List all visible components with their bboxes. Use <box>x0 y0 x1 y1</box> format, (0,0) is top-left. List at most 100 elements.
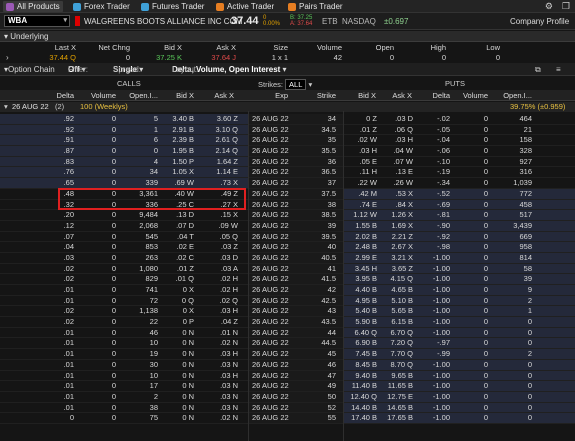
call-bid[interactable]: .13 D <box>160 210 194 220</box>
call-ask[interactable]: .02 H <box>200 285 238 295</box>
put-bid[interactable]: 6.90 B <box>343 338 377 348</box>
underlying-section-header[interactable]: ▾ Underlying <box>0 31 575 42</box>
strikes-selector[interactable]: Strikes: ALL ▾ <box>258 79 312 90</box>
call-ask[interactable]: .27 X <box>200 200 238 210</box>
table-row[interactable]: .91 0 6 2.39 B 2.61 Q 26 AUG 22 35 .02 W .03 H -.… <box>0 135 575 147</box>
expiry-group-row[interactable]: ▾ 26 AUG 22 (2) 100 (Weeklys) 39.75% (±0… <box>0 102 575 112</box>
call-ask[interactable]: .02 H <box>200 274 238 284</box>
put-bid[interactable]: .05 E <box>343 157 377 167</box>
tab-forex-trader[interactable]: Forex Trader <box>73 1 130 12</box>
call-ask[interactable]: .04 Z <box>200 317 238 327</box>
table-row[interactable]: .83 0 4 1.50 P 1.64 Z 26 AUG 22 36 .05 E .07 W -.… <box>0 156 575 168</box>
tab-pairs-trader[interactable]: Pairs Trader <box>288 1 343 12</box>
put-bid[interactable]: .02 W <box>343 135 377 145</box>
call-ask[interactable]: .03 H <box>200 349 238 359</box>
call-bid[interactable]: .04 T <box>160 232 194 242</box>
window-menu-icon[interactable]: ❐ <box>562 1 570 12</box>
put-bid[interactable]: 4.40 B <box>343 285 377 295</box>
call-ask[interactable]: .02 Q <box>200 296 238 306</box>
call-bid[interactable]: 1.50 P <box>160 157 194 167</box>
put-ask[interactable]: .03 D <box>379 114 413 124</box>
put-ask[interactable]: 8.70 Q <box>379 360 413 370</box>
call-ask[interactable]: 3.60 Z <box>200 114 238 124</box>
put-ask[interactable]: 7.70 Q <box>379 349 413 359</box>
call-bid[interactable]: .07 D <box>160 221 194 231</box>
put-bid[interactable]: 4.95 B <box>343 296 377 306</box>
put-ask[interactable]: .06 Q <box>379 125 413 135</box>
hdr-put-volume[interactable]: Volume <box>454 91 488 100</box>
put-ask[interactable]: .13 E <box>379 167 413 177</box>
put-bid[interactable]: 7.45 B <box>343 349 377 359</box>
table-row[interactable]: .32 0 336.25 C .27 X 26 AUG 22 38 .74 E .84 X -.… <box>0 199 575 211</box>
put-bid[interactable]: 5.90 B <box>343 317 377 327</box>
table-row[interactable]: .01 0 17 0 N .03 N 26 AUG 22 49 11.40 B 11.65 B -… <box>0 381 575 392</box>
call-bid[interactable]: .69 W <box>160 178 194 188</box>
put-ask[interactable]: 1.69 X <box>379 221 413 231</box>
put-bid[interactable]: 3.95 B <box>343 274 377 284</box>
put-ask[interactable]: .04 W <box>379 146 413 156</box>
table-row[interactable]: .01 0 46 0 N .01 N 26 AUG 22 44 6.40 Q 6.70 Q -1.… <box>0 327 575 339</box>
table-row[interactable]: .87 0 0 1.95 B 2.14 Q 26 AUG 22 35.5.03 H .04 W… <box>0 146 575 157</box>
put-ask[interactable]: .84 X <box>379 200 413 210</box>
put-ask[interactable]: 1.26 X <box>379 210 413 220</box>
call-ask[interactable]: .01 N <box>200 328 238 338</box>
table-row[interactable]: .04 0 853.02 E .03 Z 26 AUG 22 40 2.48 B 2.67 X… <box>0 242 575 253</box>
call-ask[interactable]: .02 N <box>200 338 238 348</box>
call-ask[interactable]: .03 H <box>200 371 238 381</box>
call-bid[interactable]: .02 C <box>160 253 194 263</box>
put-bid[interactable]: 11.40 B <box>343 381 377 391</box>
table-row[interactable]: .02 0 22 0 P .04 Z 26 AUG 22 43.5 5.90 B 6.15 B -… <box>0 317 575 328</box>
hdr-call-bid[interactable]: Bid X <box>166 91 194 100</box>
call-ask[interactable]: .03 A <box>200 264 238 274</box>
put-bid[interactable]: .74 E <box>343 200 377 210</box>
call-bid[interactable]: 0 N <box>160 381 194 391</box>
company-profile-link[interactable]: Company Profile <box>510 17 569 26</box>
call-ask[interactable]: .03 N <box>200 360 238 370</box>
hdr-call-delta[interactable]: Delta <box>40 91 74 100</box>
table-row[interactable]: .48 0 3,361.40 W .49 Z 26 AUG 22 37.5 .42 M .53… <box>0 188 575 200</box>
spread-control[interactable]: Spread: Single ▾ <box>113 63 143 76</box>
put-bid[interactable]: 3.45 H <box>343 264 377 274</box>
filter-control[interactable]: Filter: Off ▾ <box>68 63 88 76</box>
put-ask[interactable]: 3.65 Z <box>379 264 413 274</box>
put-bid[interactable]: 8.45 B <box>343 360 377 370</box>
call-ask[interactable]: .15 X <box>200 210 238 220</box>
call-bid[interactable]: 0 N <box>160 392 194 402</box>
popout-icon[interactable]: ⧉ <box>535 63 541 76</box>
put-ask[interactable]: 4.65 B <box>379 285 413 295</box>
table-row[interactable]: .01 0 10 0 N .02 N 26 AUG 22 44.5 6.90 B 7.20 Q -… <box>0 338 575 350</box>
collapse-expiry-icon[interactable]: ▾ <box>4 102 8 112</box>
table-row[interactable]: 0 0 75 0 N .02 N 26 AUG 22 55 17.40 B 17.65 B -1.… <box>0 413 575 424</box>
put-ask[interactable]: 17.65 B <box>379 413 413 423</box>
call-bid[interactable]: 0 X <box>160 285 194 295</box>
call-bid[interactable]: 0 N <box>160 338 194 348</box>
table-row[interactable]: .02 0 1,138 0 X .03 H 26 AUG 22 43 5.40 B 5.65 B… <box>0 306 575 318</box>
call-ask[interactable]: 3.10 Q <box>200 125 238 135</box>
put-ask[interactable]: 5.65 B <box>379 306 413 316</box>
table-row[interactable]: .01 0 38 0 N .03 N 26 AUG 22 52 14.40 B 14.65 B -… <box>0 402 575 414</box>
call-bid[interactable]: 0 N <box>160 403 194 413</box>
hdr-exp[interactable]: Exp <box>262 91 288 100</box>
symbol-input[interactable]: WBA ▾ <box>4 15 70 27</box>
hdr-put-openint[interactable]: Open.I... <box>492 91 532 100</box>
call-ask[interactable]: .03 N <box>200 403 238 413</box>
put-ask[interactable]: .03 H <box>379 135 413 145</box>
put-ask[interactable]: .07 W <box>379 157 413 167</box>
menu-icon[interactable]: ≡ <box>556 63 561 76</box>
gear-icon[interactable]: ⚙ <box>545 1 553 12</box>
call-ask[interactable]: .02 N <box>200 413 238 423</box>
put-ask[interactable]: 4.15 Q <box>379 274 413 284</box>
call-bid[interactable]: 0 N <box>160 328 194 338</box>
call-ask[interactable]: 1.14 E <box>200 167 238 177</box>
tab-futures-trader[interactable]: Futures Trader <box>141 1 204 12</box>
call-bid[interactable]: .25 C <box>160 200 194 210</box>
tab-all-products[interactable]: All Products <box>3 1 63 12</box>
put-bid[interactable]: 6.40 Q <box>343 328 377 338</box>
table-row[interactable]: .01 0 10 0 N .03 H 26 AUG 22 47 9.40 B 9.65 B -1.… <box>0 370 575 382</box>
call-bid[interactable]: 2.91 B <box>160 125 194 135</box>
table-row[interactable]: .12 0 2,068.07 D .09 W 26 AUG 22 39 1.55 B 1.69… <box>0 220 575 232</box>
put-ask[interactable]: .26 W <box>379 178 413 188</box>
tab-active-trader[interactable]: Active Trader <box>216 1 274 12</box>
put-bid[interactable]: 2.48 B <box>343 242 377 252</box>
call-bid[interactable]: 3.40 B <box>160 114 194 124</box>
